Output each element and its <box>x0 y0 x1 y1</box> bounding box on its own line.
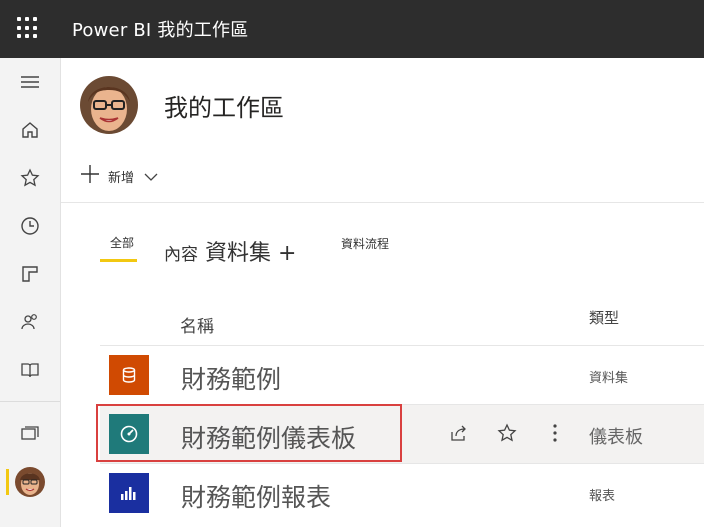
learn-book-icon[interactable] <box>12 352 48 388</box>
table-row[interactable]: 財務範例 資料集 <box>100 345 704 404</box>
column-header-type[interactable]: 類型 <box>589 307 619 328</box>
dataset-icon <box>109 355 149 395</box>
tab-plus[interactable]: + <box>278 241 296 266</box>
highlight-box <box>96 404 402 462</box>
workspace-avatar <box>80 76 138 134</box>
item-name[interactable]: 財務範例報表 <box>181 478 331 514</box>
new-button-label: 新增 <box>108 170 135 186</box>
tab-all[interactable]: 全部 <box>110 234 134 251</box>
app-title[interactable]: Power BI 我的工作區 <box>72 16 248 42</box>
favorite-star-icon[interactable] <box>495 421 519 445</box>
plus-icon <box>80 164 100 188</box>
left-navigation <box>0 58 61 527</box>
top-bar: Power BI 我的工作區 <box>0 0 704 58</box>
report-icon <box>109 473 149 513</box>
more-options-icon[interactable] <box>543 421 567 445</box>
favorites-star-icon[interactable] <box>12 160 48 196</box>
header-divider <box>61 202 704 203</box>
column-header-name[interactable]: 名稱 <box>180 312 214 337</box>
app-name: Power BI <box>72 20 152 41</box>
item-type: 報表 <box>589 489 616 504</box>
share-icon[interactable] <box>447 421 471 445</box>
item-type: 資料集 <box>589 371 629 386</box>
active-indicator <box>6 469 9 495</box>
nav-divider <box>0 401 60 402</box>
tab-content-datasets[interactable]: 內容 資料集 + <box>164 235 296 267</box>
chevron-down-icon <box>144 167 158 186</box>
item-type: 儀表板 <box>589 427 643 448</box>
topbar-workspace-name: 我的工作區 <box>157 20 249 41</box>
workspaces-icon[interactable] <box>12 416 48 452</box>
tab-datasets[interactable]: 資料集 <box>205 241 271 266</box>
page-title: 我的工作區 <box>164 94 284 122</box>
recent-clock-icon[interactable] <box>12 208 48 244</box>
apps-icon[interactable] <box>12 256 48 292</box>
home-icon[interactable] <box>12 112 48 148</box>
shared-with-me-icon[interactable] <box>12 304 48 340</box>
row-actions <box>447 421 567 445</box>
new-button[interactable]: 新增 <box>80 163 158 189</box>
tab-content[interactable]: 內容 <box>164 245 198 265</box>
hamburger-menu-icon[interactable] <box>12 64 48 100</box>
item-name[interactable]: 財務範例 <box>181 360 281 396</box>
my-workspace-avatar[interactable] <box>12 464 48 500</box>
app-launcher-icon[interactable] <box>17 17 39 39</box>
table-row[interactable]: 財務範例報表 報表 <box>100 463 704 522</box>
tab-dataflows[interactable]: 資料流程 <box>341 235 389 252</box>
active-tab-underline <box>100 259 137 262</box>
